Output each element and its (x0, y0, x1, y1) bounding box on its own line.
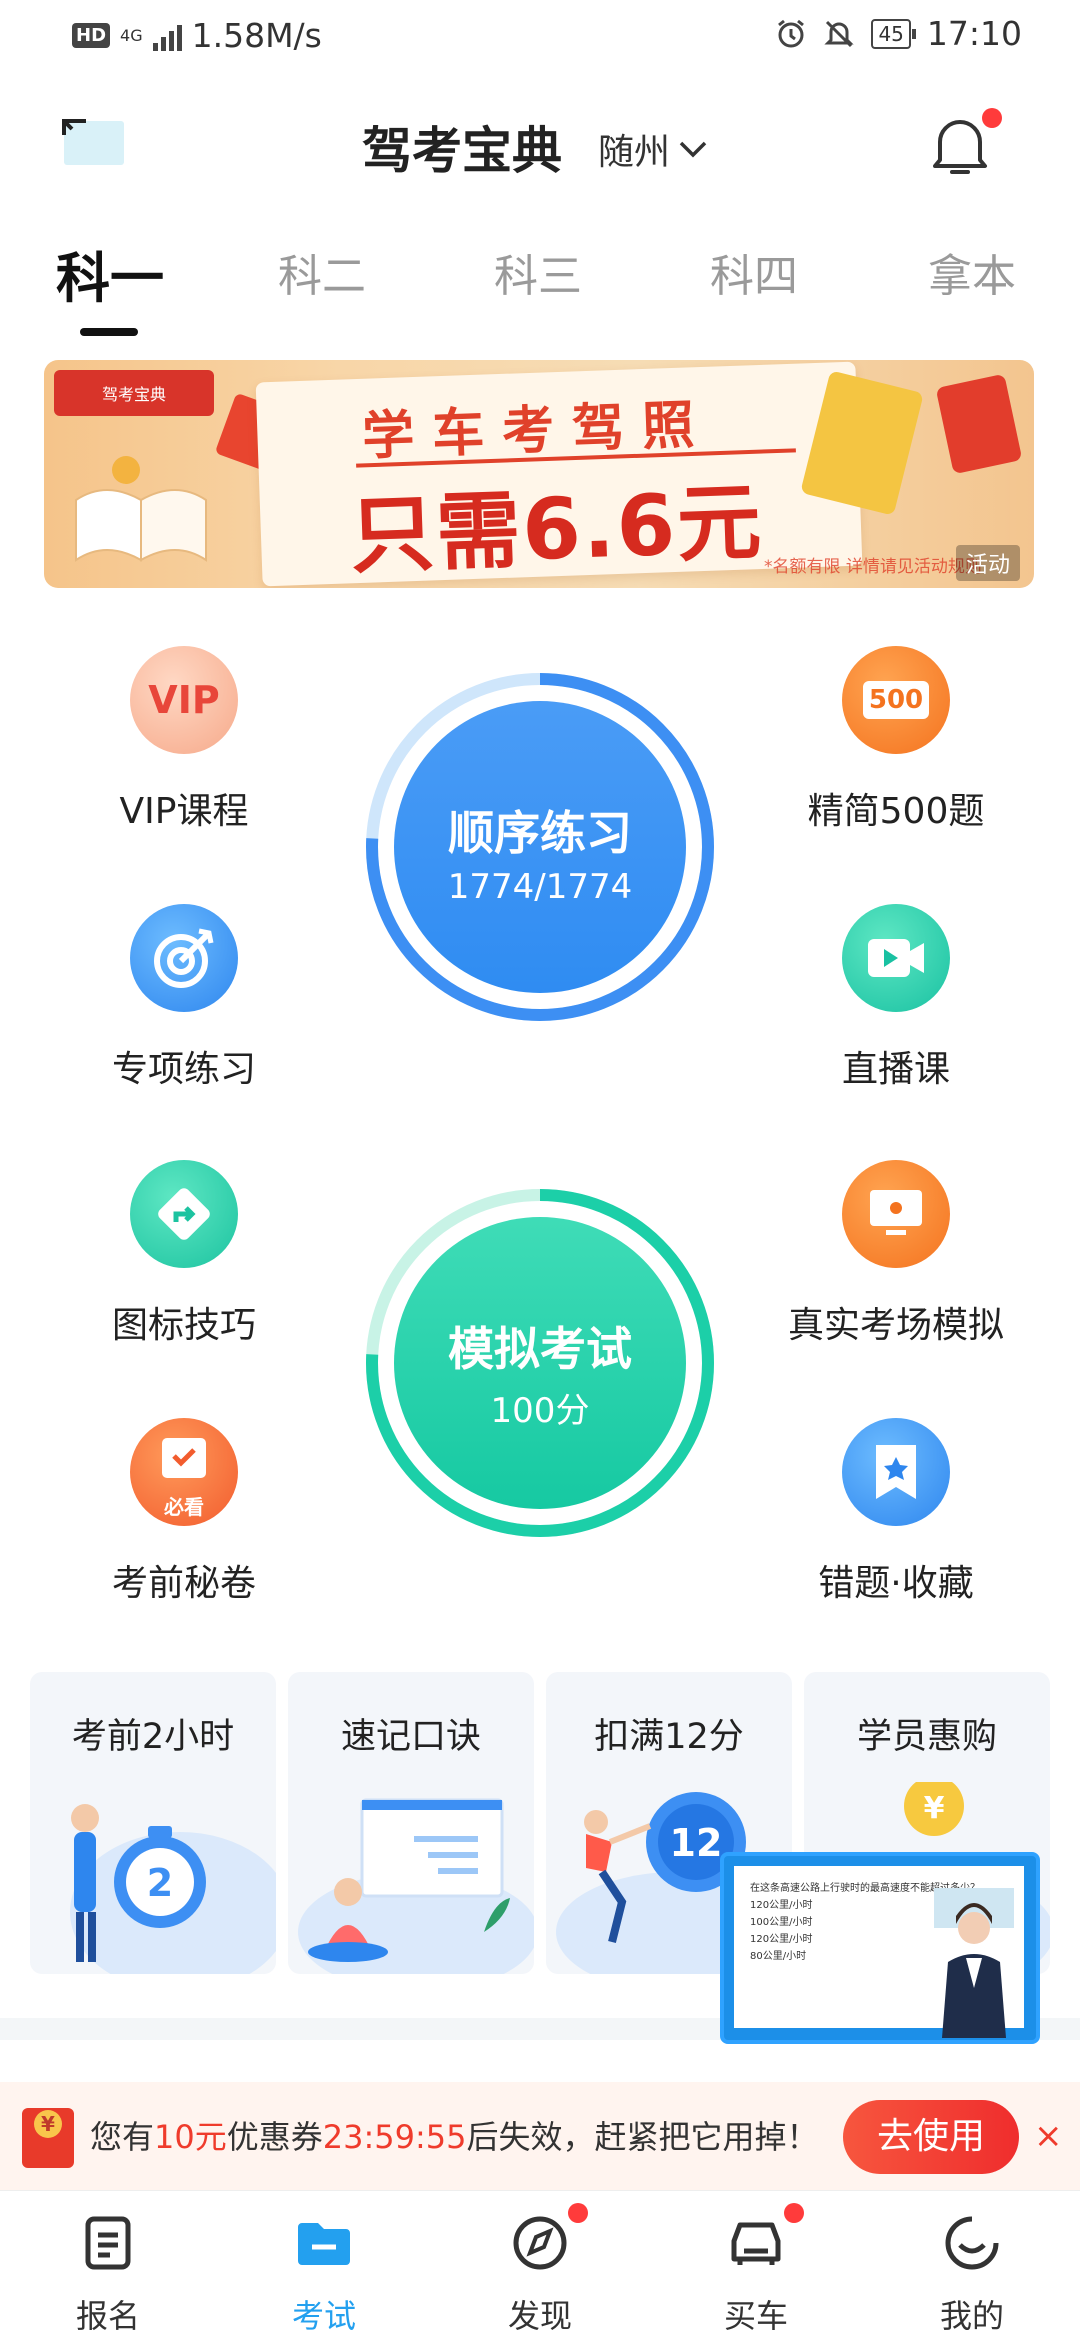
nav-item-signup[interactable]: 报名 (0, 2191, 216, 2341)
bookmark-star-icon (842, 1418, 950, 1526)
mock-exam-score: 100分 (490, 1391, 590, 1431)
pre-exam-paper-label: 考前秘卷 (111, 1563, 256, 1604)
coupon-message: 您有10元优惠券23:59:55后失效，赶紧把它用掉！ (90, 2118, 819, 2156)
stopwatch-illustration: 2 (70, 1804, 276, 1974)
app-header: 驾考宝典 随州 (0, 95, 1080, 195)
book-illustration (75, 456, 207, 562)
sequential-progress: 1774/1774 (447, 867, 633, 907)
monitor-icon (842, 1160, 950, 1268)
notification-dot (982, 108, 1002, 128)
sign-tips-label: 图标技巧 (111, 1305, 256, 1346)
svg-text:12: 12 (670, 1821, 723, 1865)
banner-price: 只需6.6元 (348, 472, 765, 586)
sequential-practice-button[interactable]: 顺序练习 1774/1774 (365, 672, 715, 1022)
target-icon (130, 904, 238, 1012)
nav-item-discover[interactable]: 发现 (432, 2191, 648, 2341)
mock-exam-button[interactable]: 模拟考试 100分 (365, 1188, 715, 1538)
real-exam-sim-item[interactable]: 真实考场模拟 (766, 1160, 1026, 1348)
live-course-label: 直播课 (841, 1049, 950, 1090)
card-title: 速记口诀 (340, 1717, 481, 1757)
direction-sign-icon (130, 1160, 238, 1268)
tab-subject-3[interactable]: 科三 (494, 240, 582, 304)
mistakes-favorites-item[interactable]: 错题·收藏 (766, 1418, 1026, 1606)
bottom-navigation: 报名 考试 发现 买车 我的 (0, 2190, 1080, 2340)
pre-exam-paper-item[interactable]: 必看 考前秘卷 (54, 1418, 314, 1606)
hd-indicator: HD (72, 23, 111, 48)
compass-icon (513, 2216, 567, 2270)
card-title: 扣满12分 (594, 1717, 744, 1757)
special-practice-item[interactable]: 专项练习 (54, 904, 314, 1092)
vip-course-label: VIP课程 (119, 791, 249, 832)
reading-illustration (298, 1798, 534, 1974)
presenter-figure (934, 1888, 1014, 2038)
sequential-title: 顺序练习 (448, 806, 632, 860)
scan-icon[interactable] (60, 113, 126, 169)
simple-500-label: 精简500题 (807, 791, 985, 832)
tab-subject-1[interactable]: 科一 (56, 234, 164, 313)
buy-car-badge-dot (784, 2203, 804, 2223)
car-icon (731, 2222, 781, 2265)
mistakes-favorites-label: 错题·收藏 (818, 1563, 974, 1604)
city-selector[interactable]: 随州 (598, 123, 708, 175)
alarm-icon (778, 19, 805, 47)
coupon-bar: 您有10元优惠券23:59:55后失效，赶紧把它用掉！ 去使用 × (0, 2082, 1080, 2190)
form-icon (85, 2216, 131, 2270)
special-practice-label: 专项练习 (111, 1049, 256, 1090)
smile-icon (945, 2216, 999, 2270)
clock: 17:10 (926, 14, 1022, 53)
app-title: 驾考宝典 (362, 122, 562, 180)
promo-banner[interactable]: 驾考宝典 学车考驾照 只需6.6元 *名额有限 详情请见活动规则 活动 (44, 360, 1034, 588)
video-slide: 在这条高速公路上行驶时的最高速度不能超过多少？ 120公里/小时 100公里/小… (734, 1866, 1024, 2038)
banner-note: *名额有限 详情请见活动规则 (764, 557, 982, 577)
chevron-down-icon (679, 141, 707, 158)
red-envelope-icon (22, 2108, 74, 2168)
banner-tag: 活动 (955, 545, 1020, 581)
500-icon: 500 (842, 646, 950, 754)
bell-icon[interactable] (930, 110, 990, 180)
svg-text:¥: ¥ (924, 1791, 945, 1826)
status-bar: HD 4G 1.58M/s 45 17:10 (0, 0, 1080, 72)
tab-subject-4[interactable]: 科四 (710, 240, 798, 304)
nav-item-me[interactable]: 我的 (864, 2191, 1080, 2341)
folder-icon (298, 2223, 350, 2265)
network-type: 4G (120, 25, 143, 45)
nav-item-buy-car[interactable]: 买车 (648, 2191, 864, 2341)
red-envelope-decoration-right (935, 373, 1023, 475)
tab-subject-2[interactable]: 科二 (278, 240, 366, 304)
simple-500-item[interactable]: 500 精简500题 (766, 646, 1026, 834)
live-course-item[interactable]: 直播课 (766, 904, 1026, 1092)
floating-video-player[interactable]: 在这条高速公路上行驶时的最高速度不能超过多少？ 120公里/小时 100公里/小… (720, 1852, 1040, 2044)
battery-indicator: 45 (871, 18, 917, 49)
nav-item-exam[interactable]: 考试 (216, 2191, 432, 2341)
vip-icon: VIP (130, 646, 238, 754)
banner-brand-logo: 驾考宝典 (54, 370, 214, 416)
network-speed: 1.58M/s (191, 16, 322, 55)
tab-get-license[interactable]: 拿本 (928, 240, 1016, 304)
sign-tips-item[interactable]: 图标技巧 (54, 1160, 314, 1348)
city-label: 随州 (598, 132, 671, 173)
real-exam-sim-label: 真实考场模拟 (787, 1305, 1004, 1346)
svg-text:2: 2 (147, 1861, 173, 1905)
card-title: 考前2小时 (71, 1717, 235, 1757)
mock-exam-title: 模拟考试 (448, 1322, 632, 1376)
discover-badge-dot (568, 2203, 588, 2223)
close-icon[interactable]: × (1034, 2116, 1063, 2156)
tab-active-indicator (80, 328, 138, 336)
coupon-amount: 10元 (154, 2118, 227, 2156)
video-camera-icon (842, 904, 950, 1012)
mute-bell-icon (824, 20, 855, 47)
card-2-hours-before[interactable]: 考前2小时 2 (30, 1672, 276, 1974)
card-mnemonics[interactable]: 速记口诀 (288, 1672, 534, 1974)
card-title: 学员惠购 (856, 1717, 997, 1757)
vip-course-item[interactable]: VIP VIP课程 (54, 646, 314, 834)
signal-icon (152, 21, 182, 51)
subject-tabs: 科一 科二 科三 科四 拿本 (0, 240, 1080, 350)
use-coupon-button[interactable]: 去使用 (843, 2100, 1019, 2174)
coupon-countdown: 23:59:55 (322, 2118, 467, 2156)
checklist-icon: 必看 (130, 1418, 238, 1526)
